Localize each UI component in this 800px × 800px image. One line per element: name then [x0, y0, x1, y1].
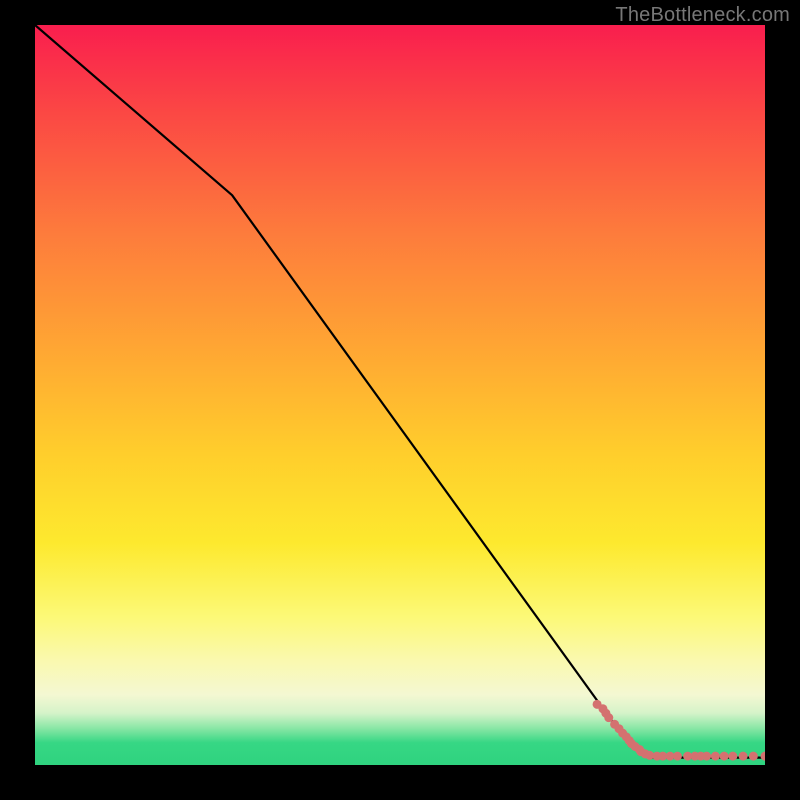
scatter-point	[728, 752, 737, 761]
trend-line	[35, 25, 765, 758]
scatter-point	[749, 752, 758, 761]
scatter-point	[702, 752, 711, 761]
scatter-point	[720, 752, 729, 761]
plot-area	[35, 25, 765, 765]
scatter-series	[593, 700, 765, 761]
frame-right	[765, 0, 800, 800]
scatter-point	[711, 752, 720, 761]
scatter-point	[739, 752, 748, 761]
line-series	[35, 25, 765, 758]
frame-bottom	[0, 765, 800, 800]
chart-overlay	[35, 25, 765, 765]
frame-left	[0, 0, 35, 800]
scatter-point	[673, 752, 682, 761]
chart-stage: TheBottleneck.com	[0, 0, 800, 800]
watermark-text: TheBottleneck.com	[615, 4, 790, 27]
